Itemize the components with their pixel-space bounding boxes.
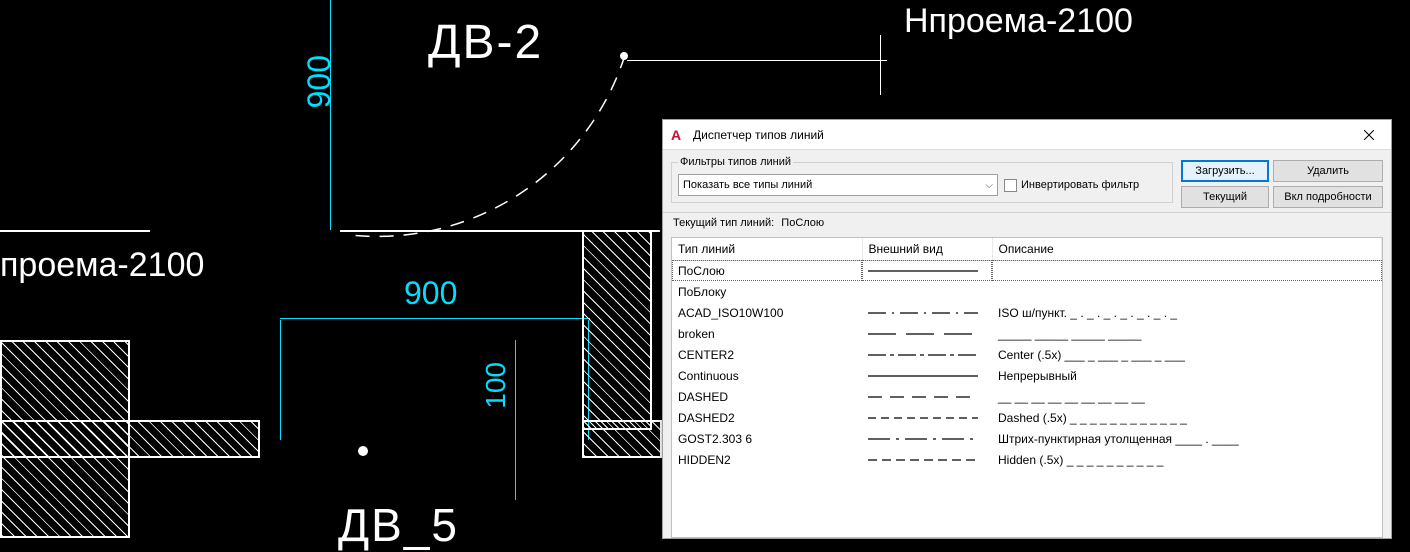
linetype-description-cell: Непрерывный (992, 365, 1382, 386)
linetype-appearance-cell (862, 302, 992, 323)
linetype-description-cell: Dashed (.5x) _ _ _ _ _ _ _ _ _ _ _ _ (992, 407, 1382, 428)
linetype-appearance-cell (862, 281, 992, 302)
linetype-table-wrap: Тип линий Внешний вид Описание ПоСлоюПоБ… (671, 237, 1383, 538)
linetype-name-cell: ПоБлоку (672, 281, 862, 302)
linetype-description-cell (992, 281, 1382, 302)
wall-hatch (582, 230, 652, 430)
close-button[interactable] (1346, 120, 1391, 150)
dimension-100: 100 (480, 362, 512, 409)
dialog-titlebar[interactable]: A Диспетчер типов линий (663, 120, 1391, 150)
label-dv2: ДВ-2 (428, 15, 543, 70)
linetype-manager-dialog: A Диспетчер типов линий Фильтры типов ли… (662, 119, 1392, 539)
draw-line (0, 230, 150, 232)
column-header-name[interactable]: Тип линий (672, 238, 862, 260)
current-linetype-label: Текущий тип линий: (673, 217, 774, 229)
linetype-name-cell: broken (672, 323, 862, 344)
linetype-appearance-cell (862, 386, 992, 407)
table-row[interactable]: ПоСлою (672, 260, 1382, 281)
delete-button[interactable]: Удалить (1273, 160, 1383, 182)
table-row[interactable]: ПоБлоку (672, 281, 1382, 302)
wall-hatch (582, 420, 662, 458)
table-row[interactable]: GOST2.303 6 Штрих-пунктирная утолщенная _… (672, 428, 1382, 449)
column-header-description[interactable]: Описание (992, 238, 1382, 260)
filter-select-value: Показать все типы линий (683, 179, 812, 191)
table-row[interactable]: DASHED __ __ __ __ __ __ __ __ __ (672, 386, 1382, 407)
linetype-appearance-cell (862, 323, 992, 344)
wall-hatch (0, 420, 260, 458)
draw-line (627, 60, 887, 61)
linetype-description-cell: _____ _____ _____ _____ (992, 323, 1382, 344)
current-button[interactable]: Текущий (1181, 186, 1269, 208)
linetype-description-cell: __ __ __ __ __ __ __ __ __ (992, 386, 1382, 407)
linetype-description-cell: Hidden (.5x) _ _ _ _ _ _ _ _ _ _ (992, 449, 1382, 470)
draw-line (880, 35, 881, 95)
linetype-appearance-cell (862, 344, 992, 365)
linetype-appearance-cell (862, 365, 992, 386)
dim-line (515, 340, 516, 500)
current-linetype-row: Текущий тип линий: ПоСлою (663, 212, 1391, 233)
linetype-name-cell: DASHED (672, 386, 862, 407)
details-button[interactable]: Вкл подробности (1273, 186, 1383, 208)
chevron-down-icon: ⌵ (985, 180, 993, 191)
linetype-appearance-cell (862, 449, 992, 470)
linetype-description-cell (992, 260, 1382, 281)
close-icon (1364, 130, 1374, 140)
label-dv5: ДВ_5 (338, 498, 459, 552)
linetype-name-cell: GOST2.303 6 (672, 428, 862, 449)
linetype-name-cell: ACAD_ISO10W100 (672, 302, 862, 323)
current-linetype-value: ПоСлою (781, 217, 824, 229)
linetype-name-cell: CENTER2 (672, 344, 862, 365)
filter-row: Фильтры типов линий Показать все типы ли… (663, 150, 1391, 212)
label-proema-right: Нпроема-2100 (904, 2, 1133, 41)
dimension-900-vertical: 900 (301, 55, 338, 108)
button-column: Загрузить... Удалить Текущий Вкл подробн… (1181, 156, 1383, 208)
dimension-900-horizontal: 900 (404, 275, 457, 312)
linetype-table: Тип линий Внешний вид Описание ПоСлоюПоБ… (672, 238, 1382, 470)
invert-filter-label: Инвертировать фильтр (1021, 179, 1139, 191)
linetype-appearance-cell (862, 407, 992, 428)
linetype-name-cell: DASHED2 (672, 407, 862, 428)
label-proema-left: проема-2100 (0, 246, 204, 285)
load-button-label: Загрузить... (1195, 165, 1254, 177)
linetype-name-cell: HIDDEN2 (672, 449, 862, 470)
linetype-description-cell: Штрих-пунктирная утолщенная ____ . ____ (992, 428, 1382, 449)
table-row[interactable]: Continuous Непрерывный (672, 365, 1382, 386)
details-button-label: Вкл подробности (1284, 191, 1371, 203)
linetype-appearance-cell (862, 428, 992, 449)
linetype-appearance-cell (862, 260, 992, 281)
table-row[interactable]: DASHED2 Dashed (.5x) _ _ _ _ _ _ _ _ _ _ … (672, 407, 1382, 428)
dim-line (280, 320, 281, 440)
marker-dot (358, 446, 368, 456)
dim-line (280, 318, 590, 319)
autocad-icon: A (671, 127, 687, 143)
current-button-label: Текущий (1203, 191, 1247, 203)
filter-fieldset: Фильтры типов линий Показать все типы ли… (671, 156, 1173, 203)
linetype-name-cell: ПоСлою (672, 260, 862, 281)
marker-dot (620, 52, 628, 60)
filter-select[interactable]: Показать все типы линий ⌵ (678, 174, 998, 196)
table-row[interactable]: broken _____ _____ _____ _____ (672, 323, 1382, 344)
load-button[interactable]: Загрузить... (1181, 160, 1269, 182)
delete-button-label: Удалить (1307, 165, 1349, 177)
dim-line (330, 0, 331, 230)
checkbox-icon (1004, 179, 1017, 192)
filter-legend: Фильтры типов линий (678, 156, 793, 168)
table-row[interactable]: CENTER2 Center (.5x) ___ _ ___ _ ___ _ __… (672, 344, 1382, 365)
invert-filter-checkbox[interactable]: Инвертировать фильтр (1004, 179, 1139, 192)
table-row[interactable]: ACAD_ISO10W100 ISO ш/пункт. _ . _ . _ . _… (672, 302, 1382, 323)
linetype-name-cell: Continuous (672, 365, 862, 386)
linetype-description-cell: ISO ш/пункт. _ . _ . _ . _ . _ . _ . _ (992, 302, 1382, 323)
linetype-description-cell: Center (.5x) ___ _ ___ _ ___ _ ___ (992, 344, 1382, 365)
dialog-title: Диспетчер типов линий (693, 128, 1346, 142)
column-header-appearance[interactable]: Внешний вид (862, 238, 992, 260)
table-row[interactable]: HIDDEN2 Hidden (.5x) _ _ _ _ _ _ _ _ _ _ (672, 449, 1382, 470)
